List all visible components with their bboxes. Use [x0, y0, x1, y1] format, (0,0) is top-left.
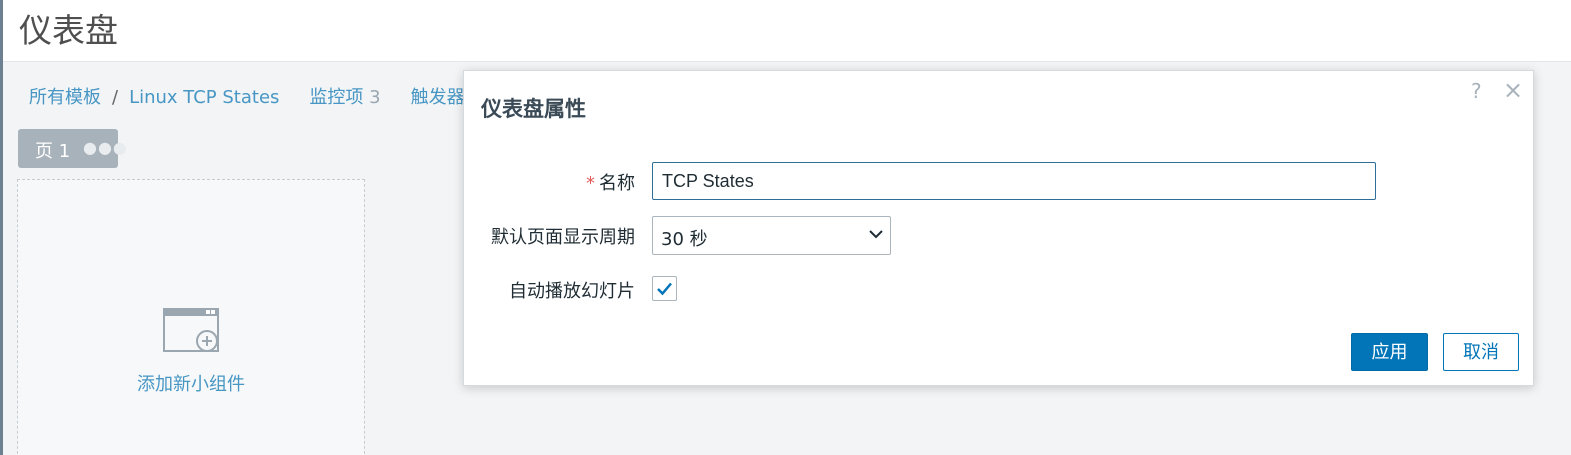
left-border — [0, 0, 3, 455]
close-icon[interactable]: × — [1503, 78, 1523, 102]
breadcrumb-separator: / — [112, 87, 119, 108]
display-period-select[interactable]: 30 秒 — [652, 216, 891, 255]
chevron-down-icon — [869, 230, 883, 239]
breadcrumb-items[interactable]: 监控项 3 — [309, 83, 380, 109]
name-field-label: * 名称 — [586, 169, 635, 195]
name-input[interactable] — [652, 162, 1376, 200]
dashboard-properties-dialog: 仪表盘属性 ? × *名称 默认页面显示周期 30 秒 自动播放幻灯片 应用 取… — [463, 70, 1534, 386]
name-label-text: 名称 — [599, 173, 635, 194]
add-widget-label: 添加新小组件 — [137, 374, 245, 395]
breadcrumb-items-count: 3 — [369, 87, 381, 108]
checkmark-icon — [657, 282, 672, 296]
breadcrumb-template[interactable]: Linux TCP States — [129, 87, 279, 108]
page-tab-label: 页 1 — [35, 141, 71, 162]
slideshow-checkbox[interactable] — [652, 276, 677, 301]
add-widget-placeholder[interactable]: 添加新小组件 — [17, 179, 365, 455]
add-widget-icon — [163, 308, 219, 352]
dialog-title: 仪表盘属性 — [481, 97, 586, 121]
slideshow-field-label: 自动播放幻灯片 — [509, 281, 635, 302]
breadcrumb-triggers[interactable]: 触发器 — [411, 83, 465, 109]
page-header: 仪表盘 — [3, 0, 1571, 62]
breadcrumb-all-templates[interactable]: 所有模板 — [29, 83, 101, 109]
ellipsis-icon[interactable]: ●●● — [83, 138, 128, 157]
dashboard-page-tab[interactable]: 页 1 ●●● — [18, 129, 127, 168]
breadcrumb-items-label: 监控项 — [309, 87, 364, 108]
page-title: 仪表盘 — [19, 11, 118, 50]
apply-button[interactable]: 应用 — [1351, 333, 1428, 371]
breadcrumb: 所有模板 / Linux TCP States 监控项 3 触发器 — [29, 83, 465, 109]
period-field-label: 默认页面显示周期 — [491, 227, 635, 248]
help-icon[interactable]: ? — [1471, 79, 1482, 103]
display-period-value: 30 秒 — [661, 229, 708, 250]
required-marker: * — [586, 173, 595, 194]
cancel-button[interactable]: 取消 — [1443, 333, 1519, 371]
